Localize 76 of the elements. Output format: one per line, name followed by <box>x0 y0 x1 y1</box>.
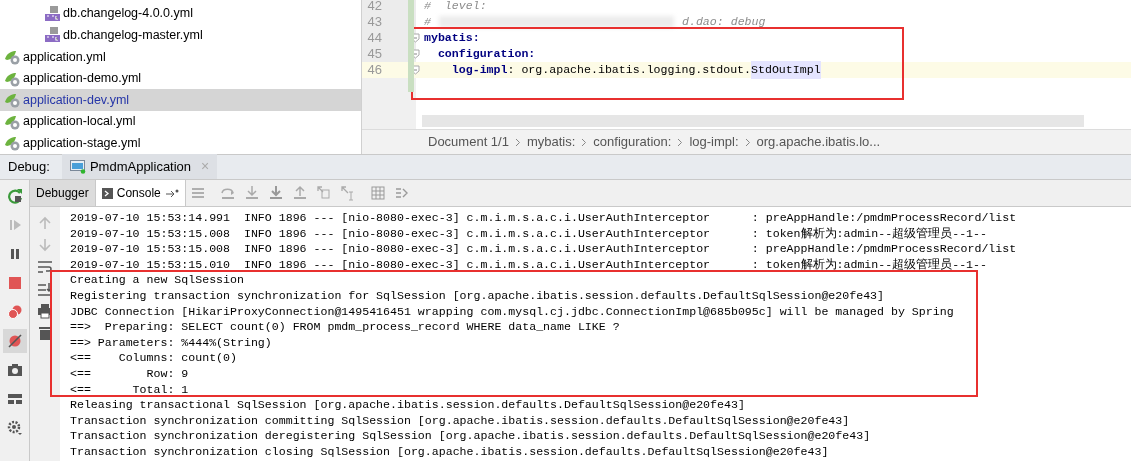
yaml-key: mybatis: <box>424 29 480 47</box>
line-number: 42 <box>366 0 382 14</box>
console-line: 2019-07-10 15:53:14.991 INFO 1896 --- [nio-8080-exec-3] c.m.i.m.s.a.c.i.UserAuthInterceptor : preAppHandle:/pmdmProcessRecord/list <box>70 210 1018 226</box>
console-line: Transaction synchronization closing SqlSession [org.apache.ibatis.session.defaults.DefaultSqlSession@e20fe43] <box>70 443 830 460</box>
code-comment: # <box>424 14 431 31</box>
line-number: 43 <box>366 14 382 30</box>
drop-frame-icon[interactable] <box>315 185 332 201</box>
console-line: 2019-07-10 15:53:15.008 INFO 1896 --- [nio-8080-exec-3] c.m.i.m.s.a.c.i.UserAuthInterceptor : token解析为:admin--超级管理员--1-- <box>70 225 988 242</box>
tree-item[interactable]: application-demo.yml <box>0 67 361 90</box>
line-number: 46 <box>366 62 382 78</box>
code-comment: d.dao: debug <box>681 14 766 31</box>
step-out-icon[interactable] <box>291 185 308 201</box>
horizontal-scrollbar[interactable] <box>422 115 1084 127</box>
console-line: <== Total: 1 <box>70 381 190 398</box>
console-line: Creating a new SqlSession <box>70 272 245 288</box>
console-line: <== Columns: count(0) <box>70 350 238 366</box>
yaml-key: configuration: <box>424 45 536 63</box>
breadcrumb[interactable]: mybatis: <box>526 132 576 152</box>
spring-leaf-gear-icon <box>4 92 20 109</box>
run-to-cursor-icon[interactable] <box>339 185 356 201</box>
tree-item[interactable]: application-dev.yml <box>0 89 361 111</box>
console-line: Transaction synchronization deregistering SqlSession [org.apache.ibatis.session.defaults.DefaultSqlSession@e20fe43] <box>70 428 872 444</box>
fold-marker-icon[interactable] <box>411 33 420 43</box>
tree-item[interactable]: db.changelog-master.yml <box>0 24 361 47</box>
console-line: JDBC Connection [HikariProxyConnection@1495416451 wrapping com.mysql.cj.jdbc.ConnectionImpl@685b095c] will be managed by Spring <box>70 303 955 320</box>
breadcrumb[interactable]: Document 1/1 <box>428 132 509 152</box>
chevron-right-icon <box>744 137 751 147</box>
panel-label: Debug: <box>7 158 51 177</box>
menu-icon[interactable] <box>189 185 206 201</box>
line-number: 44 <box>366 30 382 46</box>
tree-item[interactable]: application-stage.yml <box>0 132 361 154</box>
breadcrumb[interactable]: log-impl: <box>689 132 739 152</box>
arrow-down-icon[interactable] <box>37 237 53 253</box>
chevron-right-icon <box>581 137 588 147</box>
mute-breakpoints-icon[interactable] <box>2 329 27 353</box>
panel-tab[interactable]: Debugger <box>30 180 96 206</box>
line-number: 45 <box>366 46 382 62</box>
scroll-to-end-icon[interactable] <box>37 281 53 297</box>
console-line: 2019-07-10 15:53:15.008 INFO 1896 --- [nio-8080-exec-3] c.m.i.m.s.a.c.i.UserAuthInterceptor : preAppHandle:/pmdmProcessRecord/list <box>70 241 1018 257</box>
breadcrumb[interactable]: configuration: <box>593 132 672 152</box>
yaml-file-icon <box>44 27 60 44</box>
console-line: Releasing transactional SqlSession [org.apache.ibatis.session.defaults.DefaultSqlSession@e20fe43] <box>70 397 746 413</box>
spring-leaf-gear-icon <box>4 48 20 65</box>
console-line: ==> Parameters: %444%(String) <box>70 334 273 351</box>
fold-marker-icon[interactable] <box>411 49 420 59</box>
console-line: 2019-07-10 15:53:15.010 INFO 1896 --- [nio-8080-exec-3] c.m.i.m.s.a.c.i.UserAuthInterceptor : token解析为:admin--超级管理员--1-- <box>70 256 988 273</box>
pin-icon <box>164 188 179 198</box>
yaml-file-icon <box>44 5 60 22</box>
tree-item[interactable]: application-local.yml <box>0 110 361 133</box>
console-line: Registering transaction synchronization for SqlSession [org.apache.ibatis.session.defaults.DefaultSqlSession@e20fe43] <box>70 287 885 304</box>
session-tab[interactable]: PmdmApplication × <box>61 154 218 179</box>
yaml-value: : org.apache.ibatis.logging.stdout. <box>507 62 751 79</box>
tree-item[interactable]: db.changelog-4.0.0.yml <box>0 3 361 25</box>
chevron-right-icon <box>514 137 521 147</box>
console-line: ==> Preparing: SELECT count(0) FROM pmdm_process_record WHERE data_name LIKE ? <box>70 319 621 335</box>
console-line: <== Row: 9 <box>70 365 190 382</box>
arrow-up-icon[interactable] <box>37 215 53 231</box>
yaml-key: log-impl <box>424 61 508 79</box>
console-icon <box>101 187 113 199</box>
soft-wrap-icon[interactable] <box>37 259 53 275</box>
spring-leaf-gear-icon <box>4 70 20 87</box>
app-window-icon <box>69 159 86 174</box>
step-into-icon[interactable] <box>243 185 260 201</box>
breadcrumb[interactable]: org.apache.ibatis.lo... <box>756 132 881 152</box>
highlighted-word: StdOutImpl <box>751 61 821 79</box>
tree-item[interactable]: application.yml <box>0 46 361 68</box>
code-comment: # level: <box>424 0 487 15</box>
calculator-icon[interactable] <box>369 185 386 201</box>
console-line: Transaction synchronization committing SqlSession [org.apache.ibatis.session.defaults.DefaultSqlSession@e20fe43] <box>70 412 851 429</box>
trash-icon[interactable] <box>37 325 53 341</box>
panel-tab[interactable]: Console <box>95 180 186 206</box>
print-icon[interactable] <box>37 303 53 319</box>
spring-leaf-gear-icon <box>4 113 20 130</box>
trace-icon[interactable] <box>393 185 410 201</box>
force-step-into-icon[interactable] <box>267 185 284 201</box>
chevron-right-icon <box>677 137 684 147</box>
